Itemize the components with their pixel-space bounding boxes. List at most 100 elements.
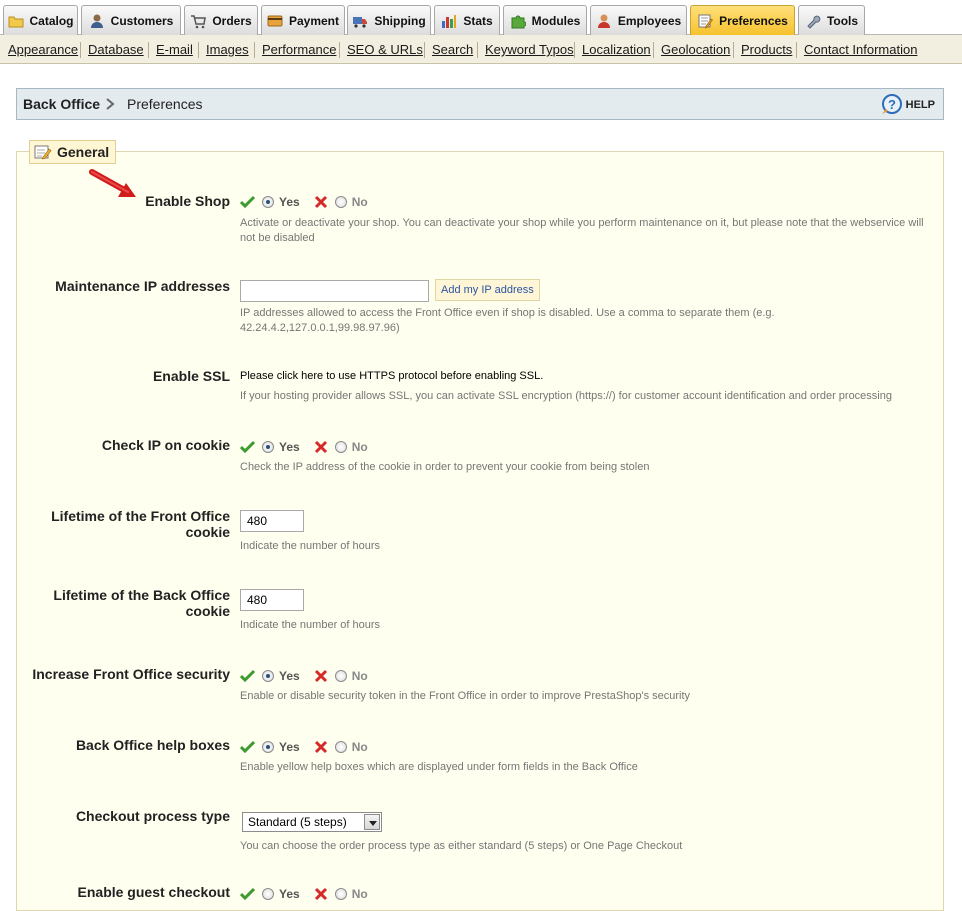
no-label[interactable]: No bbox=[352, 669, 368, 683]
front-cookie-input[interactable] bbox=[240, 510, 304, 532]
checkout-type-select[interactable]: Standard (5 steps) bbox=[242, 812, 382, 832]
tab-label: Tools bbox=[826, 13, 859, 28]
submenu-database[interactable]: Database bbox=[88, 42, 144, 57]
yes-label[interactable]: Yes bbox=[279, 887, 300, 901]
breadcrumb: Back Office Preferences ? HELP bbox=[16, 88, 944, 120]
submenu-localization[interactable]: Localization bbox=[582, 42, 651, 57]
yes-label[interactable]: Yes bbox=[279, 195, 300, 209]
tab-catalog[interactable]: Catalog bbox=[3, 5, 78, 35]
front-security-no-radio[interactable] bbox=[334, 670, 347, 682]
submenu-appearance[interactable]: Appearance bbox=[8, 42, 78, 57]
guest-checkout-radio-group: Yes No bbox=[239, 887, 368, 901]
submenu-contact-information[interactable]: Contact Information bbox=[804, 42, 917, 57]
front-security-radio-group: Yes No bbox=[239, 669, 368, 683]
submenu-keyword-typos[interactable]: Keyword Typos bbox=[485, 42, 574, 57]
tab-stats[interactable]: Stats bbox=[434, 5, 500, 35]
tab-label: Shipping bbox=[374, 13, 426, 28]
section-title: General bbox=[57, 144, 110, 160]
preferences-submenu: Appearance Database E-mail Images Perfor… bbox=[0, 35, 962, 64]
yes-label[interactable]: Yes bbox=[279, 440, 300, 454]
breadcrumb-root[interactable]: Back Office bbox=[23, 96, 100, 112]
submenu-divider bbox=[339, 42, 340, 58]
help-boxes-radio-group: Yes No bbox=[239, 740, 368, 754]
cross-icon bbox=[314, 887, 328, 901]
truck-icon bbox=[352, 13, 368, 29]
submenu-geolocation[interactable]: Geolocation bbox=[661, 42, 730, 57]
check-ip-cookie-no-radio[interactable] bbox=[334, 441, 347, 453]
employee-icon bbox=[596, 13, 612, 29]
guest-checkout-yes-radio[interactable] bbox=[262, 888, 274, 900]
yes-label[interactable]: Yes bbox=[279, 669, 300, 683]
check-icon bbox=[239, 740, 256, 754]
cross-icon bbox=[314, 740, 328, 754]
submenu-products[interactable]: Products bbox=[741, 42, 792, 57]
submenu-seo-urls[interactable]: SEO & URLs bbox=[347, 42, 423, 57]
front-cookie-label: Lifetime of the Front Office cookie bbox=[51, 508, 230, 540]
tab-customers[interactable]: Customers bbox=[81, 5, 181, 35]
tab-label: Modules bbox=[531, 13, 581, 28]
tab-payment[interactable]: Payment bbox=[261, 5, 345, 35]
enable-shop-no-radio[interactable] bbox=[334, 196, 347, 208]
enable-ssl-hint: If your hosting provider allows SSL, you… bbox=[240, 390, 892, 402]
no-label[interactable]: No bbox=[352, 740, 368, 754]
folder-icon bbox=[8, 13, 24, 29]
maintenance-ip-hint: IP addresses allowed to access the Front… bbox=[240, 307, 775, 334]
submenu-divider bbox=[653, 42, 654, 58]
tab-label: Employees bbox=[617, 13, 682, 28]
tab-employees[interactable]: Employees bbox=[590, 5, 687, 35]
cross-icon bbox=[314, 195, 328, 209]
tab-preferences[interactable]: Preferences bbox=[690, 5, 795, 36]
submenu-images[interactable]: Images bbox=[206, 42, 249, 57]
check-icon bbox=[239, 887, 256, 901]
main-tab-bar: Catalog Customers Orders Payment Shippin… bbox=[0, 0, 962, 36]
enable-shop-hint: Activate or deactivate your shop. You ca… bbox=[240, 217, 924, 244]
no-label[interactable]: No bbox=[352, 887, 368, 901]
help-boxes-yes-radio[interactable] bbox=[262, 741, 274, 753]
chevron-right-icon bbox=[105, 98, 115, 113]
tab-label: Customers bbox=[110, 13, 174, 28]
submenu-divider bbox=[80, 42, 81, 58]
checkout-type-value: Standard (5 steps) bbox=[248, 815, 347, 829]
cross-icon bbox=[314, 440, 328, 454]
front-security-yes-radio[interactable] bbox=[262, 670, 274, 682]
submenu-divider bbox=[148, 42, 149, 58]
section-legend: General bbox=[29, 140, 117, 164]
submenu-divider bbox=[424, 42, 425, 58]
user-icon bbox=[89, 13, 105, 29]
no-label[interactable]: No bbox=[352, 195, 368, 209]
submenu-divider bbox=[796, 42, 797, 58]
tab-label: Preferences bbox=[719, 14, 788, 28]
tab-tools[interactable]: Tools bbox=[798, 5, 865, 35]
submenu-performance[interactable]: Performance bbox=[262, 42, 336, 57]
yes-label[interactable]: Yes bbox=[279, 740, 300, 754]
enable-shop-yes-radio[interactable] bbox=[262, 196, 274, 208]
submenu-divider bbox=[574, 42, 575, 58]
submenu-search[interactable]: Search bbox=[432, 42, 473, 57]
check-ip-cookie-yes-radio[interactable] bbox=[262, 441, 274, 453]
submenu-divider bbox=[254, 42, 255, 58]
bar-chart-icon bbox=[441, 13, 457, 29]
maintenance-ip-input[interactable] bbox=[240, 280, 429, 302]
enable-ssl-link[interactable]: Please click here to use HTTPS protocol … bbox=[240, 370, 543, 382]
credit-card-icon bbox=[267, 13, 283, 29]
svg-text:?: ? bbox=[888, 97, 896, 112]
tab-label: Catalog bbox=[29, 13, 74, 28]
chevron-down-icon[interactable] bbox=[364, 814, 380, 830]
tab-shipping[interactable]: Shipping bbox=[347, 5, 431, 35]
add-my-ip-button[interactable]: Add my IP address bbox=[435, 279, 540, 301]
front-cookie-hint: Indicate the number of hours bbox=[240, 540, 381, 552]
help-button[interactable]: ? HELP bbox=[879, 93, 935, 117]
enable-ssl-label: Enable SSL bbox=[152, 368, 230, 384]
help-boxes-no-radio[interactable] bbox=[334, 741, 347, 753]
back-cookie-hint: Indicate the number of hours bbox=[240, 619, 381, 631]
submenu-divider bbox=[477, 42, 478, 58]
back-cookie-input[interactable] bbox=[240, 589, 304, 611]
enable-shop-radio-group: Yes No bbox=[239, 195, 368, 209]
tab-orders[interactable]: Orders bbox=[184, 5, 258, 35]
submenu-email[interactable]: E-mail bbox=[156, 42, 193, 57]
tab-modules[interactable]: Modules bbox=[503, 5, 587, 35]
cross-icon bbox=[314, 669, 328, 683]
no-label[interactable]: No bbox=[352, 440, 368, 454]
breadcrumb-current: Preferences bbox=[127, 96, 203, 112]
guest-checkout-no-radio[interactable] bbox=[334, 888, 347, 900]
